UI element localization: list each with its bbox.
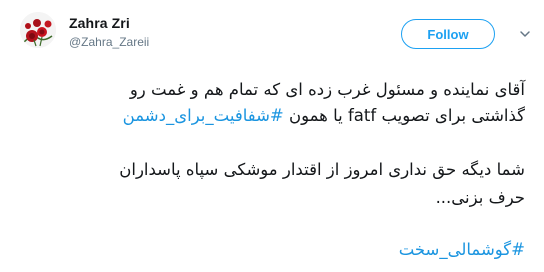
tweet-text-line-4: حرف بزنی... — [435, 188, 525, 207]
follow-button[interactable]: Follow — [401, 19, 495, 49]
avatar[interactable] — [20, 12, 56, 48]
user-display-name[interactable]: Zahra Zri — [69, 15, 130, 31]
tweet-text-line-5: #گوشمالی_سخت — [399, 240, 525, 259]
hashtag-link[interactable]: #گوشمالی_سخت — [399, 240, 525, 259]
tweet-text-segment: یا همون — [288, 106, 343, 125]
roses-avatar-icon — [20, 12, 56, 48]
tweet-text-line-2: گذاشتی برای تصویب fatf یا همون #شفافیت_ب… — [123, 106, 525, 125]
tweet-text-fatf: fatf — [347, 106, 377, 125]
tweet-text-segment: گذاشتی برای تصویب — [381, 106, 525, 125]
user-handle[interactable]: @Zahra_Zareii — [69, 35, 149, 49]
hashtag-link[interactable]: #شفافیت_برای_دشمن — [123, 106, 284, 125]
tweet-text-line-3: شما دیگه حق نداری امروز از اقتدار موشکی … — [119, 160, 525, 179]
tweet-card: Zahra Zri @Zahra_Zareii Follow آقای نمای… — [0, 0, 544, 272]
chevron-down-icon[interactable] — [519, 28, 531, 40]
tweet-text-line-1: آقای نماینده و مسئول غرب زده ای که تمام … — [129, 80, 525, 99]
